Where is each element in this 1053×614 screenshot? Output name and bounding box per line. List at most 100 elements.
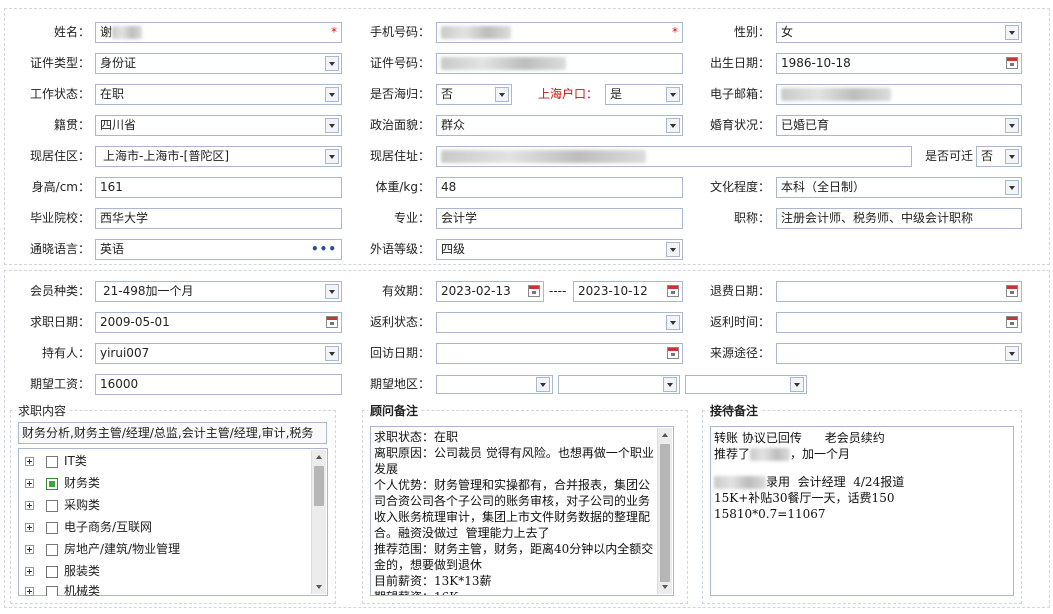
advisor-notes-scrollbar[interactable] [657,428,672,594]
hukou-select[interactable]: 是 [605,84,683,105]
reception-line: 15810*0.7=11067 [714,507,826,521]
checkbox[interactable] [46,543,58,556]
rebate-status-select[interactable] [436,312,683,333]
scroll-up-icon[interactable] [658,428,672,442]
member-type-select[interactable]: 21-498加一个月 [95,281,342,302]
expand-icon[interactable] [25,479,34,488]
reception-notes-textarea[interactable]: 转账 协议已回传 老会员续约 推荐了 ，加一个月 录用 会计经理 4/24报道 1… [710,426,1014,596]
holder-select[interactable]: yirui007 [95,343,342,364]
area-province-select[interactable] [436,375,553,394]
phone-input[interactable]: * [436,22,683,43]
birth-date-input[interactable]: 1986-10-18 [776,53,1022,74]
rebate-time-input[interactable] [776,312,1022,333]
school-value: 西华大学 [100,211,149,225]
area-city-select[interactable] [558,375,680,394]
major-label: 专业： [393,211,430,225]
expand-icon[interactable] [25,501,34,510]
calendar-icon[interactable] [528,285,540,297]
title-input[interactable]: 注册会计师、税务师、中级会计职称 [776,208,1022,229]
scroll-down-icon[interactable] [312,580,326,594]
valid-to-input[interactable]: 2023-10-12 [573,281,683,302]
checkbox[interactable] [46,521,58,534]
tree-item[interactable]: 采购类 [25,494,100,516]
scroll-thumb[interactable] [314,466,324,506]
more-options-icon[interactable]: ••• [311,240,337,259]
checkbox[interactable] [46,499,58,512]
weight-input[interactable]: 48 [436,177,683,198]
work-status-value: 在职 [100,87,125,101]
valid-from-input[interactable]: 2023-02-13 [436,281,544,302]
advisor-notes-textarea[interactable]: 求职状态：在职 离职原因：公司裁员 觉得有风险。也想再做一个职业发展 个人优势：… [370,426,674,596]
calendar-icon[interactable] [667,285,679,297]
salary-input[interactable]: 16000 [95,374,342,395]
tree-item[interactable]: 财务类 [25,472,100,494]
tree-item[interactable]: 房地产/建筑/物业管理 [25,538,180,560]
relocate-value: 否 [981,149,994,163]
calendar-icon[interactable] [1006,285,1018,297]
expand-icon[interactable] [25,457,34,466]
holder-value: yirui007 [100,346,150,360]
native-select[interactable]: 四川省 [95,115,342,136]
refund-date-input[interactable] [776,281,1022,302]
email-label: 电子邮箱： [709,87,770,101]
tree-item[interactable]: 机械类 [25,582,100,596]
job-category-tree[interactable]: IT类 财务类 采购类 电子商务/互联网 房地产/建筑/物业管理 服装类 机械类 [18,448,328,596]
calendar-icon[interactable] [667,347,679,359]
valid-separator: ---- [549,284,567,298]
lang-level-select[interactable]: 四级 [436,239,683,260]
scroll-thumb[interactable] [660,444,670,582]
email-input[interactable] [776,84,1022,105]
lang-input[interactable]: 英语 ••• [95,239,342,260]
checkbox[interactable] [46,585,58,596]
chevron-down-icon [790,377,804,392]
tree-item[interactable]: IT类 [25,450,87,472]
checkbox-checked[interactable] [46,477,58,490]
visit-date-input[interactable] [436,343,683,364]
gender-select[interactable]: 女 [776,22,1022,43]
name-input[interactable]: 谢 * [95,22,342,43]
political-select[interactable]: 群众 [436,115,683,136]
apply-date-input[interactable]: 2009-05-01 [95,312,342,333]
marital-select[interactable]: 已婚已育 [776,115,1022,136]
birth-value: 1986-10-18 [781,56,851,70]
calendar-icon[interactable] [1006,57,1018,69]
scroll-up-icon[interactable] [312,450,326,464]
tree-scrollbar[interactable] [311,450,326,594]
expand-icon[interactable] [25,523,34,532]
id-type-select[interactable]: 身份证 [95,53,342,74]
calendar-icon[interactable] [1006,316,1018,328]
checkbox[interactable] [46,455,58,468]
political-value: 群众 [441,118,466,132]
major-input[interactable]: 会计学 [436,208,683,229]
checkbox[interactable] [46,565,58,578]
expand-icon[interactable] [25,545,34,554]
returnee-select[interactable]: 否 [436,84,512,105]
reception-line: 转账 协议已回传 老会员续约 [714,431,885,445]
apply-value: 2009-05-01 [100,315,170,329]
expand-icon[interactable] [25,587,34,596]
tree-item-label: 财务类 [64,476,101,490]
school-input[interactable]: 西华大学 [95,208,342,229]
reception-text: 录用 会计经理 4/24报道 [766,475,905,489]
id-no-input[interactable] [436,53,683,74]
weight-label: 体重/kg： [375,180,430,194]
relocate-select[interactable]: 否 [976,146,1022,167]
source-select[interactable] [776,343,1022,364]
area-district-select[interactable] [685,375,807,394]
title-label: 职称： [733,211,770,225]
job-summary-input[interactable]: 财务分析,财务主管/经理/总监,会计主管/经理,审计,税务 [18,422,327,444]
edu-select[interactable]: 本科（全日制） [776,177,1022,198]
tree-item[interactable]: 服装类 [25,560,100,582]
redacted-name [112,26,143,39]
address-input[interactable] [436,146,912,167]
height-input[interactable]: 161 [95,177,342,198]
region-value: 上海市-上海市-[普陀区] [103,149,230,163]
chevron-down-icon [325,346,339,361]
work-status-select[interactable]: 在职 [95,84,342,105]
tree-item[interactable]: 电子商务/互联网 [25,516,152,538]
scroll-down-icon[interactable] [658,580,672,594]
expand-icon[interactable] [25,567,34,576]
relocate-label: 是否可迁 [924,149,973,163]
region-select[interactable]: 上海市-上海市-[普陀区] [95,146,342,167]
calendar-icon[interactable] [326,316,338,328]
